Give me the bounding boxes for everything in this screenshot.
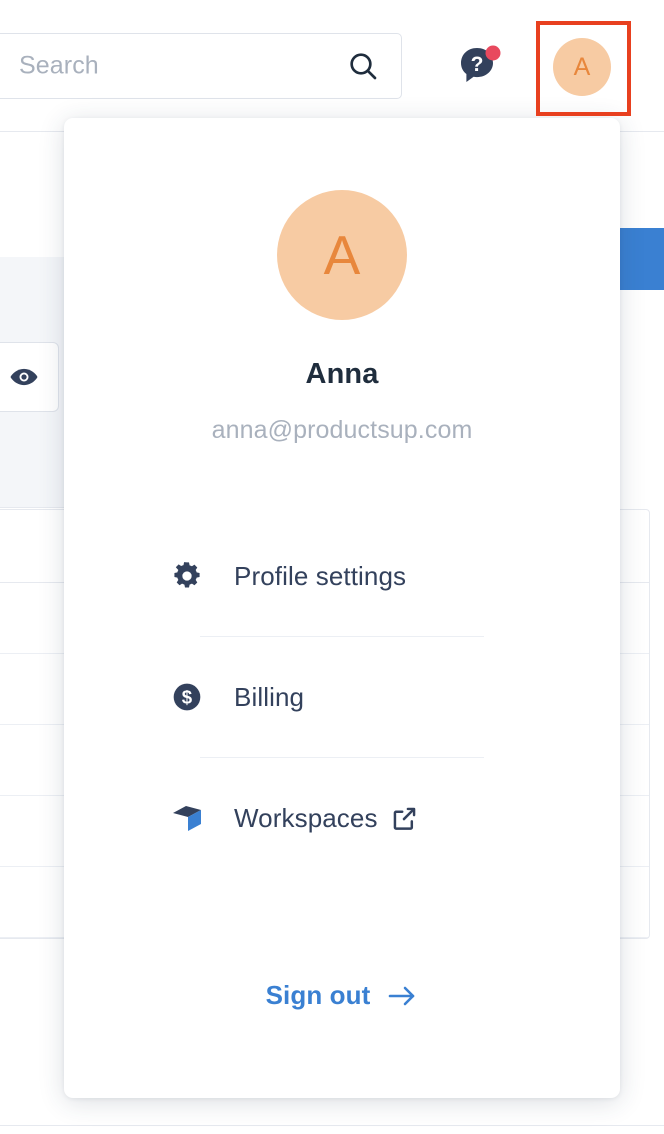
external-link-icon: [391, 805, 418, 832]
user-name: Anna: [64, 358, 620, 391]
workspaces-cube-icon: [170, 801, 204, 835]
gear-icon: [170, 559, 204, 593]
menu-item-label: Billing: [234, 682, 304, 713]
notification-dot-icon: [486, 46, 501, 61]
arrow-right-icon: [388, 984, 418, 1008]
dropdown-avatar: A: [277, 190, 407, 320]
dropdown-menu-list: Profile settings $ Billing: [64, 516, 620, 878]
sign-out-button[interactable]: Sign out: [64, 980, 620, 1011]
menu-item-label: Workspaces: [234, 803, 378, 834]
dollar-circle-icon: $: [170, 680, 204, 714]
profile-dropdown-menu: A Anna anna@productsup.com Profile setti…: [64, 118, 620, 1098]
search-placeholder-text: Search: [19, 52, 99, 81]
user-email: anna@productsup.com: [64, 416, 620, 445]
help-button[interactable]: ?: [455, 40, 505, 90]
svg-text:?: ?: [471, 53, 484, 76]
sign-out-label: Sign out: [266, 980, 371, 1011]
app-header: Search ? A: [0, 0, 664, 132]
svg-text:$: $: [182, 687, 193, 708]
menu-item-workspaces[interactable]: Workspaces: [64, 758, 620, 878]
menu-item-label: Profile settings: [234, 561, 406, 592]
menu-item-billing[interactable]: $ Billing: [64, 637, 620, 757]
search-icon[interactable]: [347, 50, 379, 82]
bottom-divider: [0, 1125, 664, 1126]
menu-item-profile-settings[interactable]: Profile settings: [64, 516, 620, 636]
avatar[interactable]: A: [553, 38, 611, 96]
preview-toggle-button[interactable]: [0, 342, 59, 412]
help-question-bubble-icon: ?: [455, 40, 505, 90]
search-input[interactable]: Search: [0, 33, 402, 99]
eye-icon: [9, 362, 39, 392]
